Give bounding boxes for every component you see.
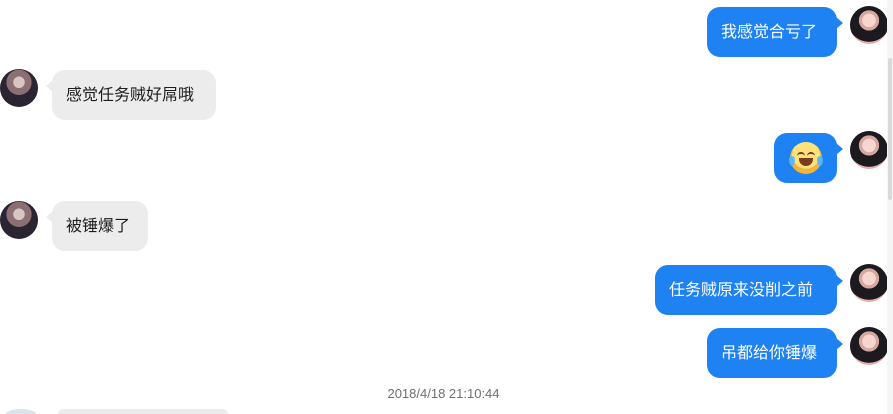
user-avatar[interactable] [850, 327, 888, 365]
outgoing-message-bubble[interactable]: 吊都给你锤爆 [707, 328, 843, 378]
chat-scrollbar[interactable] [887, 0, 893, 414]
tear-icon [816, 156, 823, 166]
incoming-message-bubble[interactable] [58, 409, 228, 414]
outgoing-message-bubble[interactable]: 我感觉合亏了 [707, 7, 843, 57]
user-avatar[interactable] [850, 264, 888, 302]
face-with-tears-of-joy-icon [788, 142, 823, 174]
mouth-icon [798, 158, 813, 166]
contact-avatar[interactable] [6, 409, 36, 414]
incoming-message-bubble[interactable]: 被锤爆了 [46, 201, 148, 251]
outgoing-message-bubble[interactable]: 任务贼原来没削之前 [655, 265, 843, 315]
chat-window: 我感觉合亏了 感觉任务贼好屌哦 被锤爆了 任务贼原来没削之前 吊都给你锤爆 20… [0, 0, 893, 414]
message-text: 被锤爆了 [66, 216, 131, 235]
message-text: 我感觉合亏了 [721, 22, 818, 41]
message-text: 吊都给你锤爆 [721, 343, 818, 362]
incoming-message-bubble[interactable]: 感觉任务贼好屌哦 [46, 70, 216, 120]
message-text: 任务贼原来没削之前 [669, 280, 814, 299]
scrollbar-thumb[interactable] [888, 58, 892, 200]
tear-icon [788, 156, 795, 166]
user-avatar[interactable] [850, 131, 888, 169]
contact-avatar[interactable] [0, 69, 38, 107]
message-text: 感觉任务贼好屌哦 [66, 85, 195, 104]
outgoing-message-bubble[interactable] [774, 133, 843, 183]
user-avatar[interactable] [850, 6, 888, 44]
message-timestamp: 2018/4/18 21:10:44 [387, 386, 500, 401]
contact-avatar[interactable] [0, 201, 38, 239]
